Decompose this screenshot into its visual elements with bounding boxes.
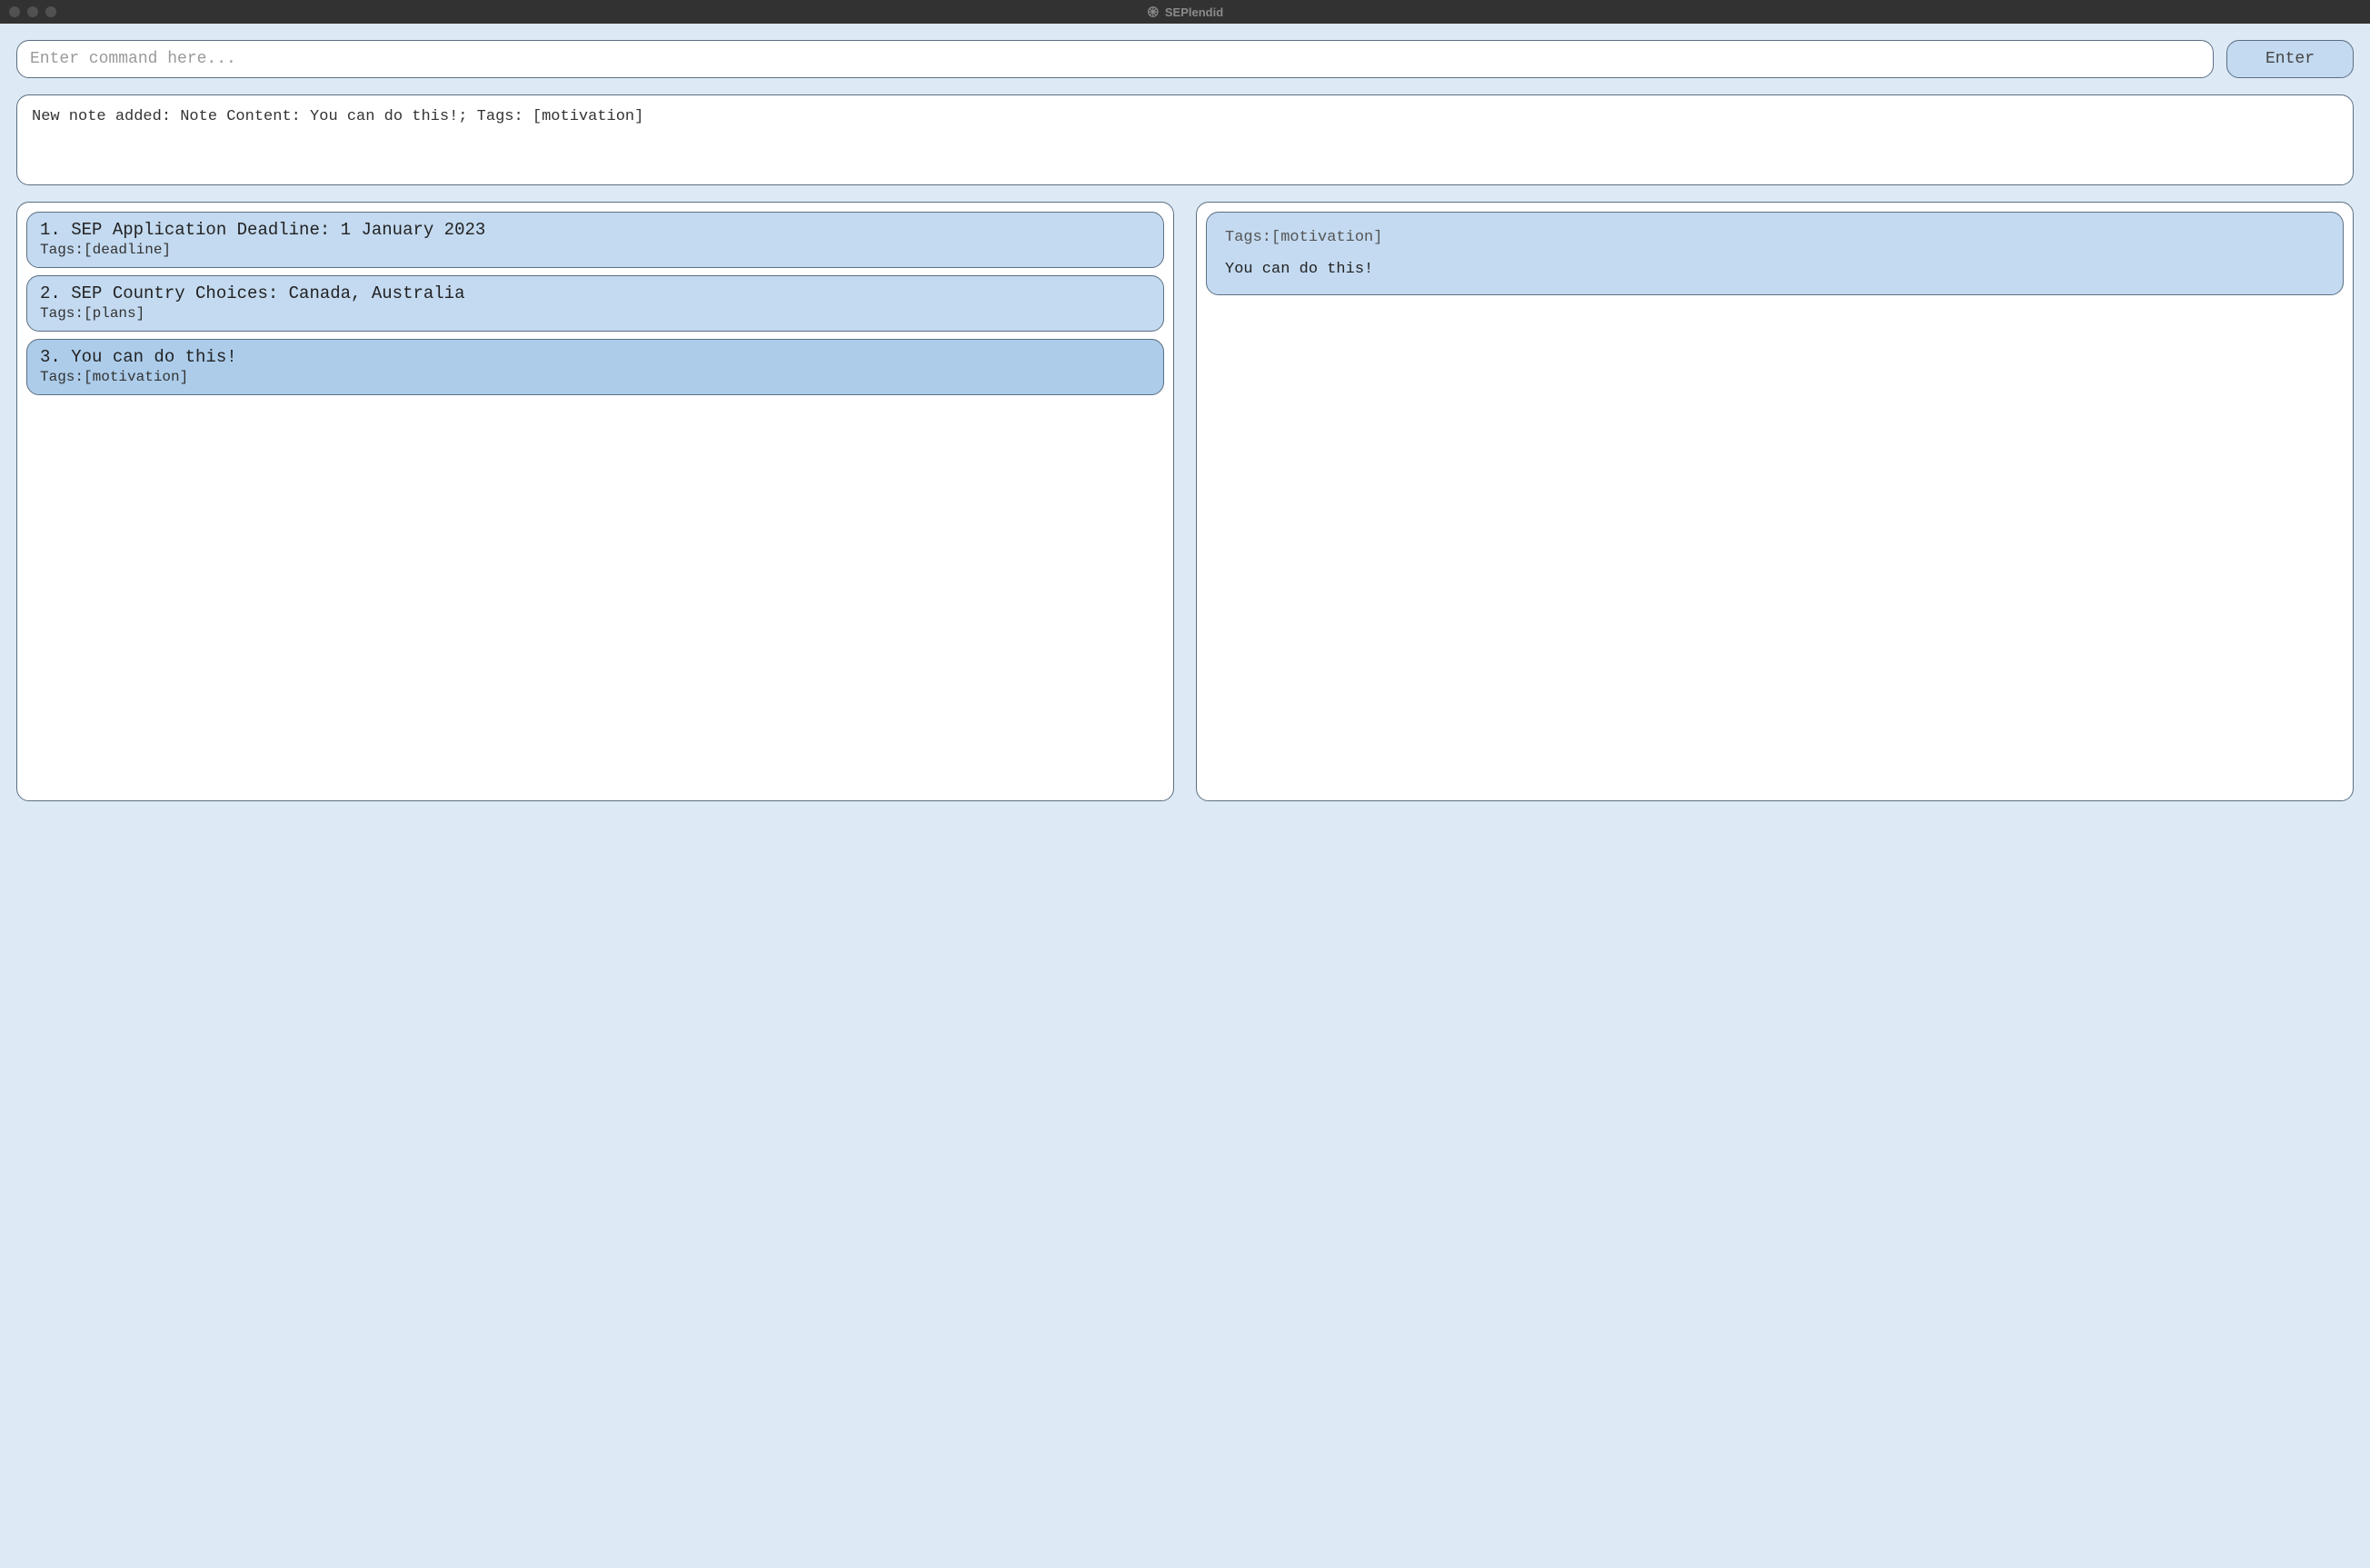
note-card[interactable]: 1. SEP Application Deadline: 1 January 2… [26,212,1164,268]
close-icon[interactable] [9,6,20,17]
note-detail-card: Tags:[motivation] You can do this! [1206,212,2344,295]
note-title: 3. You can do this! [40,347,1150,367]
note-tags: Tags:[motivation] [40,369,1150,385]
note-detail-tags: Tags:[motivation] [1225,229,2325,246]
command-input[interactable] [16,40,2214,78]
enter-button[interactable]: Enter [2226,40,2354,78]
note-detail-content: You can do this! [1225,261,2325,278]
note-card[interactable]: 2. SEP Country Choices: Canada, Australi… [26,275,1164,332]
note-tags: Tags:[deadline] [40,242,1150,258]
command-row: Enter [16,40,2354,78]
main-row: 1. SEP Application Deadline: 1 January 2… [16,202,2354,801]
app-icon [1147,5,1160,18]
window-titlebar: SEPlendid [0,0,2370,24]
minimize-icon[interactable] [27,6,38,17]
feedback-text: New note added: Note Content: You can do… [32,108,643,125]
note-detail-panel: Tags:[motivation] You can do this! [1196,202,2354,801]
note-title: 2. SEP Country Choices: Canada, Australi… [40,283,1150,303]
maximize-icon[interactable] [45,6,56,17]
notes-list-panel: 1. SEP Application Deadline: 1 January 2… [16,202,1174,801]
window-title: SEPlendid [1165,5,1223,19]
feedback-box: New note added: Note Content: You can do… [16,94,2354,185]
note-tags: Tags:[plans] [40,305,1150,322]
note-card[interactable]: 3. You can do this! Tags:[motivation] [26,339,1164,395]
window-title-area: SEPlendid [1147,5,1223,19]
note-title: 1. SEP Application Deadline: 1 January 2… [40,220,1150,240]
app-body: Enter New note added: Note Content: You … [0,24,2370,818]
window-controls [9,6,56,17]
